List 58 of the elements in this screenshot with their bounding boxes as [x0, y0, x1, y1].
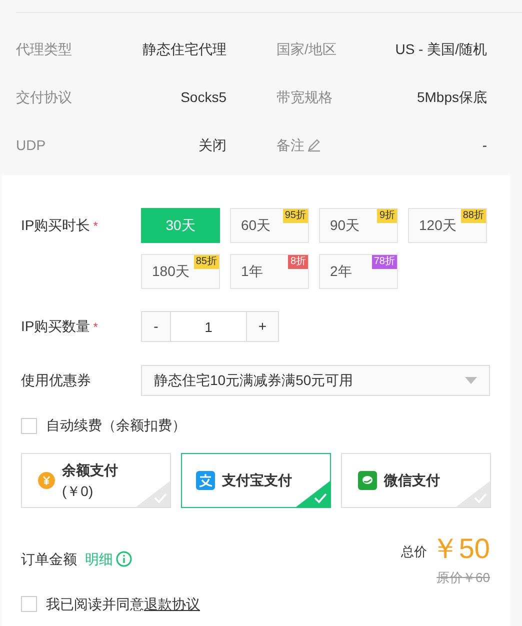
field-label: IP购买数量 — [21, 317, 90, 336]
balance-amount: (￥0) — [62, 482, 94, 501]
info-value: US - 美国/随机 — [395, 40, 487, 58]
refund-policy-link[interactable]: 退款协议 — [144, 594, 200, 614]
original-price: 原价￥60 — [436, 569, 490, 587]
dropdown-caret-icon — [465, 377, 477, 384]
payment-option[interactable]: 余额支付 (￥0) — [21, 453, 171, 508]
minus-button[interactable]: - — [141, 311, 171, 342]
coin-icon — [38, 472, 55, 489]
unselected-check-icon — [136, 481, 170, 507]
duration-option[interactable]: 90天 9折 — [319, 208, 398, 243]
required-mark: * — [93, 218, 98, 234]
alipay-icon — [196, 471, 215, 490]
total-price: ￥50 — [430, 533, 490, 565]
order-amount-label: 订单金额 — [21, 550, 77, 568]
duration-option[interactable]: 2年 78折 — [319, 254, 398, 289]
info-label: 代理类型 — [16, 40, 72, 58]
info-value: 静态住宅代理 — [142, 40, 226, 58]
selected-check-icon — [296, 481, 330, 507]
required-mark: * — [93, 318, 98, 336]
discount-badge: 78折 — [372, 255, 397, 269]
info-label: 备注 — [276, 136, 304, 154]
payment-label: 余额支付 — [62, 460, 118, 480]
discount-badge: 88折 — [460, 209, 486, 223]
payment-label: 支付宝支付 — [222, 471, 292, 490]
info-value: 关闭 — [198, 136, 226, 154]
agreement-text: 我已阅读并同意 — [46, 594, 144, 614]
auto-renew-label: 自动续费（余额扣费） — [46, 416, 186, 435]
field-label: IP购买时长 — [21, 216, 90, 235]
unselected-check-icon — [456, 481, 490, 507]
duration-option[interactable]: 120天 88折 — [408, 208, 487, 243]
field-label: 使用优惠券 — [21, 371, 91, 390]
info-label: UDP — [16, 136, 46, 154]
checkbox[interactable] — [21, 418, 37, 434]
info-value: 5Mbps保底 — [416, 88, 487, 107]
total-label: 总价 — [400, 542, 427, 560]
wechat-icon — [358, 471, 377, 490]
payment-label: 微信支付 — [384, 471, 440, 490]
duration-option[interactable]: 180天 85折 — [141, 254, 220, 289]
info-icon[interactable] — [116, 551, 132, 567]
coupon-select[interactable]: 静态住宅10元满减券满50元可用 — [141, 365, 490, 396]
info-value: - — [482, 136, 487, 154]
discount-badge: 85折 — [194, 255, 219, 269]
discount-badge: 95折 — [282, 209, 308, 223]
payment-option[interactable]: 支付宝支付 — [181, 453, 331, 508]
info-label: 带宽规格 — [276, 88, 332, 106]
quantity-field[interactable]: 1 — [171, 311, 246, 342]
info-label: 国家/地区 — [276, 40, 336, 58]
duration-option[interactable]: 60天 95折 — [230, 208, 309, 243]
info-value: Socks5 — [180, 88, 226, 106]
payment-option[interactable]: 微信支付 — [341, 453, 491, 508]
checkbox[interactable] — [21, 596, 37, 612]
duration-option[interactable]: 1年 8折 — [230, 254, 309, 289]
info-label: 交付协议 — [16, 88, 72, 106]
discount-badge: 8折 — [288, 255, 308, 269]
discount-badge: 9折 — [377, 209, 397, 223]
plus-button[interactable]: + — [246, 311, 279, 342]
pencil-icon[interactable] — [306, 138, 320, 152]
